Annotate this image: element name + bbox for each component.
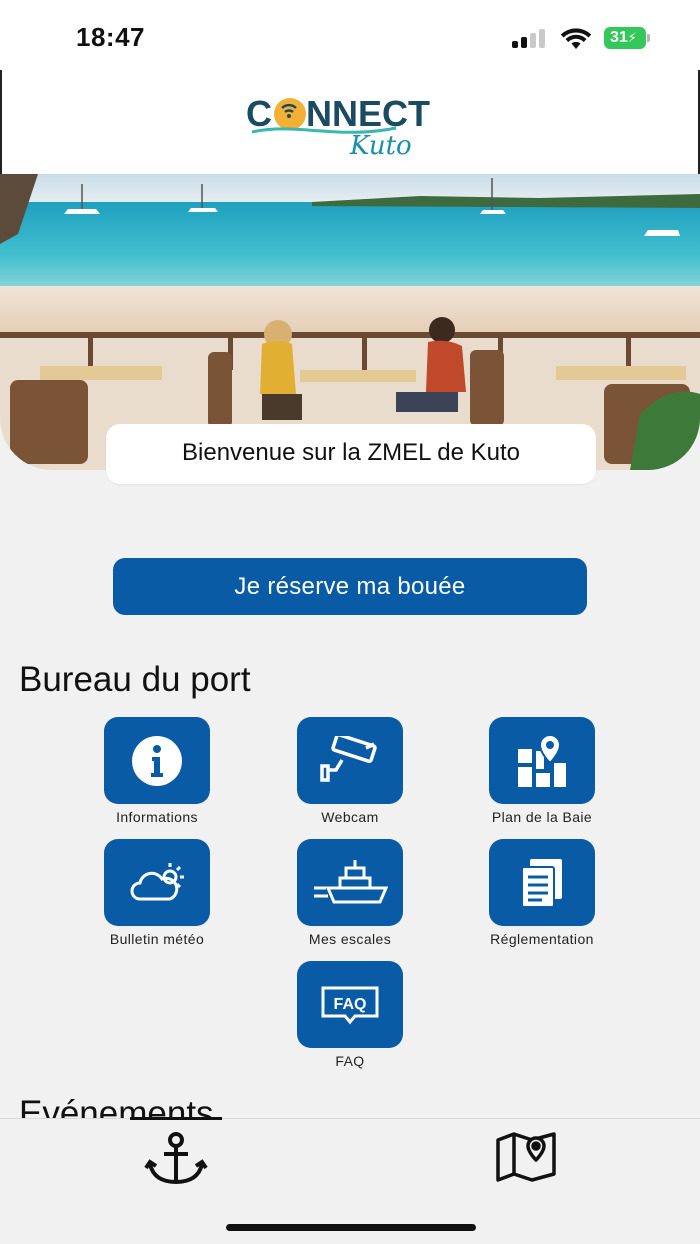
tile-reglementation-button[interactable] [489,839,595,926]
status-time: 18:47 [76,22,145,52]
faq-icon: FAQ [321,986,379,1024]
logo-subtext: Kuto [349,131,412,161]
tile-label: FAQ [335,1053,365,1069]
tile-label: Webcam [321,809,379,825]
tile-label: Réglementation [490,931,594,947]
faq-icon-text: FAQ [334,996,367,1013]
anchor-icon[interactable] [144,1130,208,1190]
map-pin-icon [518,733,566,787]
map-icon[interactable] [494,1130,558,1184]
tile-webcam-button[interactable] [297,717,403,804]
connect-kuto-logo: C NNECT Kuto [246,93,430,161]
battery-level: 31 [610,29,628,46]
tile-bulletin-meteo-button[interactable] [104,839,210,926]
tile-label: Mes escales [308,931,392,947]
tile-label: Informations [116,809,198,825]
tile-bulletin-meteo[interactable]: Bulletin météo [82,839,232,947]
battery-icon: 31⚡ [604,27,650,49]
active-tab-indicator [130,1117,222,1120]
tile-plan-baie[interactable]: Plan de la Baie [467,717,617,825]
webcam-icon [320,735,377,782]
cellular-signal-icon [512,28,548,48]
tile-mes-escales-button[interactable] [297,839,403,926]
tile-informations[interactable]: Informations [82,717,232,825]
tile-label: Plan de la Baie [491,809,593,825]
wifi-icon [560,28,592,49]
tile-faq-button[interactable]: FAQ [297,961,403,1048]
ship-icon [314,859,388,903]
section-title-bureau: Bureau du port [19,660,251,699]
tile-plan-baie-button[interactable] [489,717,595,804]
app-header: C NNECT Kuto [0,70,700,174]
weather-icon [130,862,184,900]
info-icon [132,735,182,786]
tile-informations-button[interactable] [104,717,210,804]
document-icon [521,858,562,908]
tile-faq[interactable]: FAQ FAQ [275,961,425,1069]
tile-webcam[interactable]: Webcam [275,717,425,825]
svg-text:C: C [246,93,272,134]
tile-reglementation[interactable]: Réglementation [467,839,617,947]
status-bar: 18:47 31⚡ [0,0,700,70]
tile-mes-escales[interactable]: Mes escales [275,839,425,947]
logo-text: NNECT [306,93,430,134]
home-indicator [226,1224,476,1231]
tile-label: Bulletin météo [109,931,205,947]
welcome-banner: Bienvenue sur la ZMEL de Kuto [106,424,596,484]
reserve-buoy-button[interactable]: Je réserve ma bouée [113,558,587,615]
